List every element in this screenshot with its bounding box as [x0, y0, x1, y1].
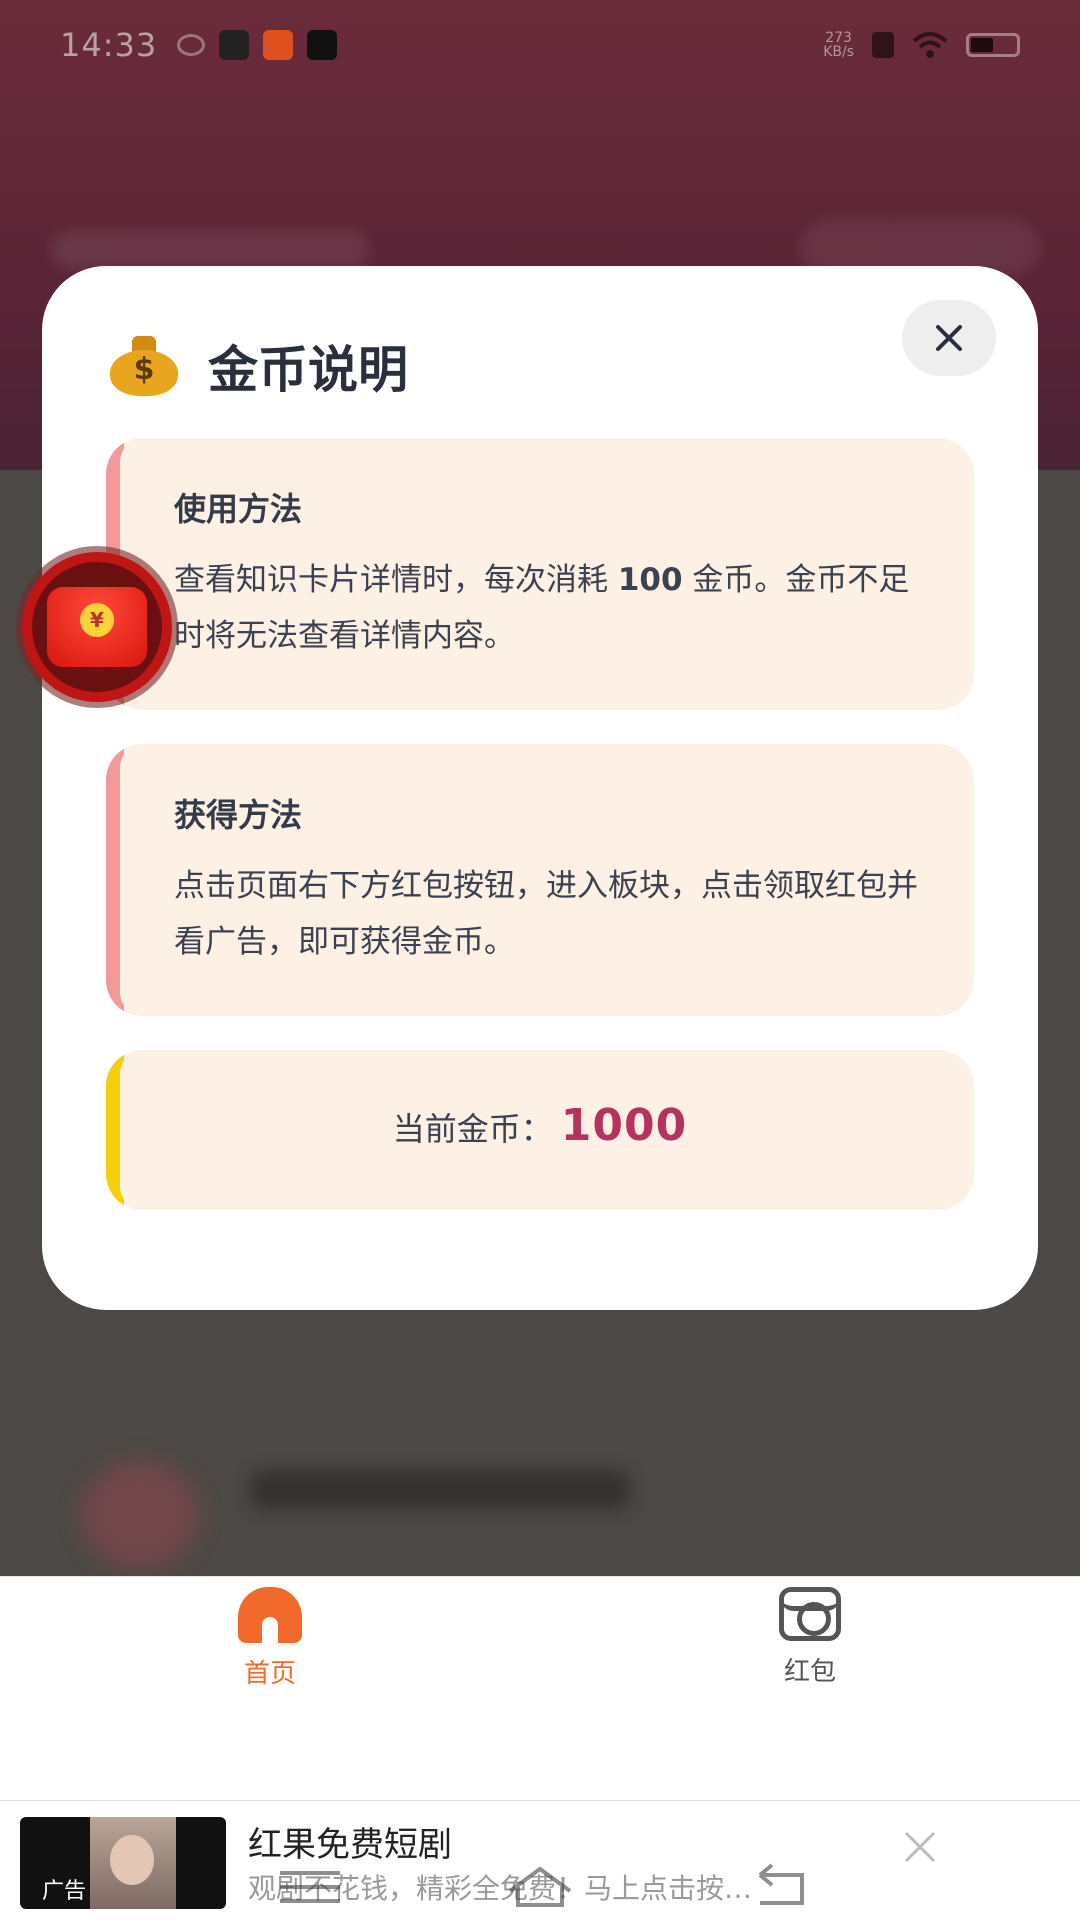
kuaishou-app-icon [263, 30, 294, 60]
network-speed: 273 KB/s [823, 31, 854, 59]
floating-red-packet-button[interactable]: ¥ [22, 552, 172, 702]
close-icon [936, 325, 962, 351]
nav-item-home-label: 首页 [243, 1659, 296, 1689]
usage-card: 使用方法 查看知识卡片详情时，每次消耗 100 金币。金币不足时将无法查看详情内… [106, 438, 974, 710]
dialog-title: 金币说明 [208, 341, 408, 399]
link-app-icon [177, 34, 206, 56]
earn-card-body: 点击页面右下方红包按钮，进入板块，点击领取红包并看广告，即可获得金币。 [174, 868, 918, 960]
usage-card-body: 查看知识卡片详情时，每次消耗 100 金币。金币不足时将无法查看详情内容。 [174, 552, 934, 664]
earn-card: 获得方法 点击页面右下方红包按钮，进入板块，点击领取红包并看广告，即可获得金币。 [106, 744, 974, 1016]
blurred-list-title [250, 1470, 630, 1510]
network-speed-unit: KB/s [823, 44, 854, 60]
status-time: 14:33 [60, 26, 158, 64]
nav-item-red-packet-label: 红包 [783, 1657, 836, 1687]
sim-icon [872, 32, 894, 58]
ad-thumbnail[interactable]: 广告 [20, 1817, 226, 1909]
tiktok-app-icon [307, 30, 338, 60]
ad-title[interactable]: 红果免费短剧 [248, 1817, 452, 1866]
red-packet-icon [779, 1587, 841, 1641]
earn-card-title: 获得方法 [174, 796, 303, 834]
battery-icon [966, 33, 1020, 57]
wifi-icon [912, 32, 948, 58]
balance-value: 1000 [560, 1100, 688, 1151]
mail-app-icon [219, 30, 250, 60]
status-bar: 14:33 273 KB/s [0, 0, 1080, 90]
red-envelope-icon: ¥ [47, 587, 147, 667]
ad-tag: 广告 [42, 1879, 87, 1904]
balance-line: 当前金币： 1000 [106, 1100, 974, 1151]
notification-icons [177, 30, 338, 60]
money-bag-icon: $ [110, 336, 178, 396]
ad-banner[interactable]: 广告 红果免费短剧 观剧不花钱，精彩全免费！马上点击按… [0, 1800, 1080, 1920]
balance-card: 当前金币： 1000 [106, 1050, 974, 1210]
usage-text-pre: 查看知识卡片详情时，每次消耗 [174, 562, 618, 598]
system-menu-icon[interactable] [270, 1861, 350, 1911]
blurred-header-title [50, 230, 370, 270]
yuan-coin-icon: ¥ [80, 603, 114, 637]
system-back-icon[interactable] [740, 1861, 820, 1911]
dialog-close-button[interactable] [902, 300, 996, 376]
home-icon [238, 1587, 302, 1643]
dialog-header: $ 金币说明 [110, 330, 408, 402]
blurred-list-avatar [80, 1460, 200, 1570]
bottom-navigation: 首页 红包 [0, 1576, 1080, 1800]
nav-item-red-packet[interactable]: 红包 [740, 1587, 880, 1688]
usage-cost-amount: 100 [617, 562, 683, 598]
ad-close-icon[interactable] [900, 1827, 940, 1867]
ad-thumbnail-image [90, 1817, 176, 1909]
network-speed-value: 273 [825, 30, 852, 46]
nav-item-home[interactable]: 首页 [200, 1587, 340, 1690]
usage-card-title: 使用方法 [174, 490, 303, 528]
system-home-icon[interactable] [500, 1861, 580, 1911]
balance-label: 当前金币： [392, 1110, 553, 1148]
